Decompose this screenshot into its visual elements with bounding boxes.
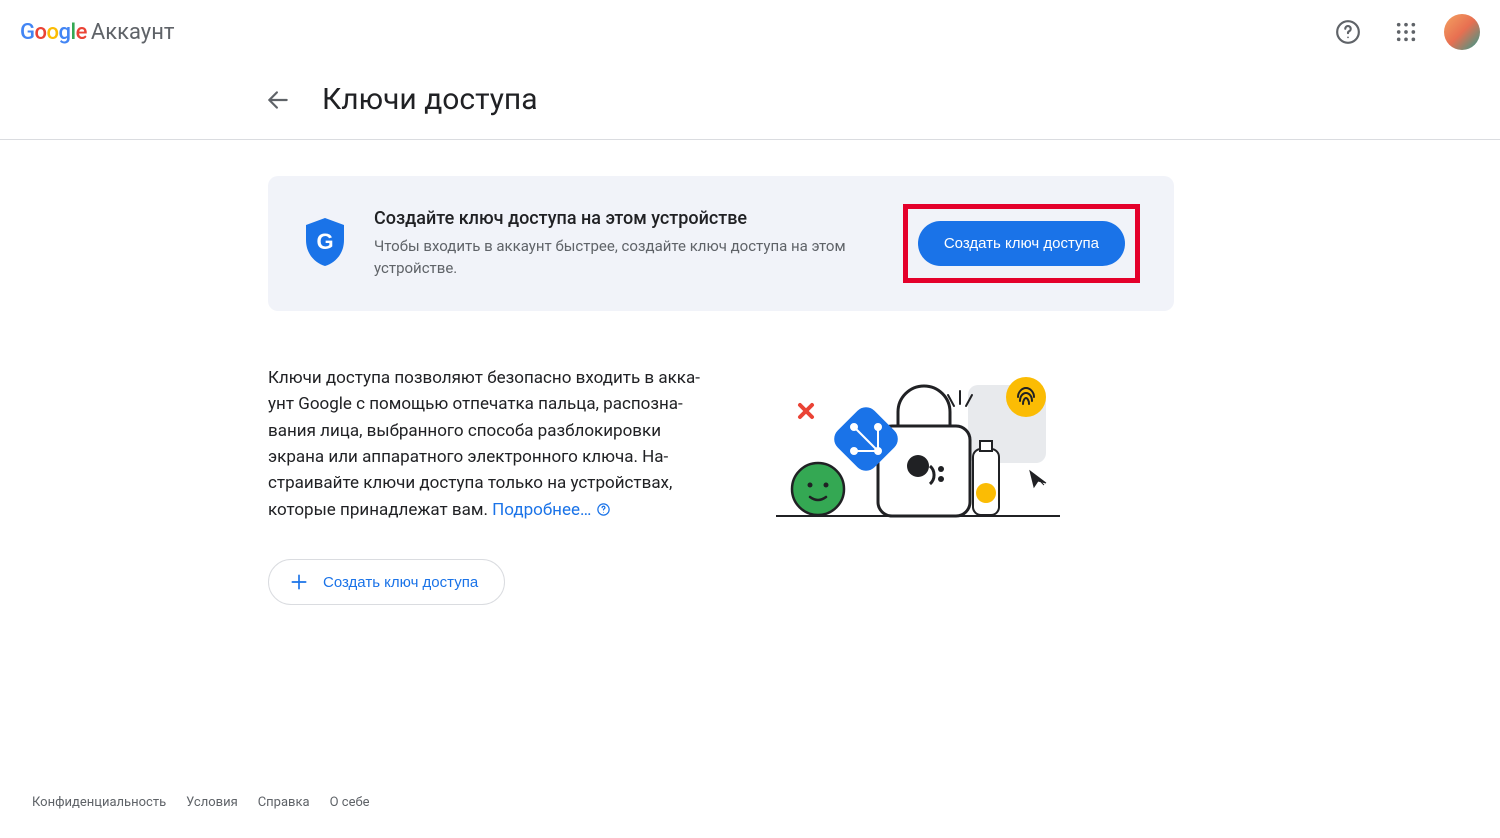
shield-g-icon: G [302, 216, 348, 272]
description-row: Ключи доступа позволяют безопасно входит… [268, 365, 1174, 605]
plus-icon [289, 572, 309, 592]
secondary-button-label: Создать ключ доступа [323, 574, 478, 591]
apps-grid-icon[interactable] [1386, 12, 1426, 52]
back-arrow-icon[interactable] [262, 84, 294, 116]
main-content: G Создайте ключ доступа на этом устройст… [268, 140, 1174, 605]
footer: Конфиденциальность Условия Справка О себ… [32, 795, 370, 810]
card-subtitle: Чтобы входить в аккаунт быстрее, создайт… [374, 235, 854, 280]
description-column: Ключи доступа позволяют безопасно входит… [268, 365, 708, 605]
svg-text:G: G [316, 229, 333, 254]
page-title: Ключи доступа [322, 82, 538, 117]
footer-terms-link[interactable]: Условия [186, 795, 238, 810]
avatar[interactable] [1444, 14, 1480, 50]
help-icon[interactable] [1328, 12, 1368, 52]
brand[interactable]: Google Аккаунт [20, 20, 174, 45]
description-body: Ключи доступа позволяют безопасно входит… [268, 368, 700, 520]
google-logo: Google [20, 20, 87, 45]
learn-more-link[interactable]: Подробнее… [492, 500, 610, 520]
footer-about-link[interactable]: О себе [330, 795, 370, 810]
header-actions [1328, 12, 1480, 52]
highlight-annotation: Создать ключ доступа [903, 204, 1140, 283]
learn-more-label: Подробнее… [492, 500, 591, 520]
brand-product: Аккаунт [91, 20, 175, 45]
app-header: Google Аккаунт [0, 0, 1500, 64]
create-passkey-button-primary[interactable]: Создать ключ доступа [918, 221, 1125, 266]
description-text: Ключи доступа позволяют безопасно входит… [268, 365, 708, 523]
create-passkey-button-secondary[interactable]: Создать ключ доступа [268, 559, 505, 605]
card-title: Создайте ключ доступа на этом устройстве [374, 208, 877, 229]
page-title-row: Ключи доступа [262, 64, 1500, 139]
card-text: Создайте ключ доступа на этом устройстве… [374, 208, 877, 280]
passkey-illustration [768, 371, 1068, 521]
footer-privacy-link[interactable]: Конфиденциальность [32, 795, 166, 810]
create-passkey-card: G Создайте ключ доступа на этом устройст… [268, 176, 1174, 311]
footer-help-link[interactable]: Справка [258, 795, 310, 810]
